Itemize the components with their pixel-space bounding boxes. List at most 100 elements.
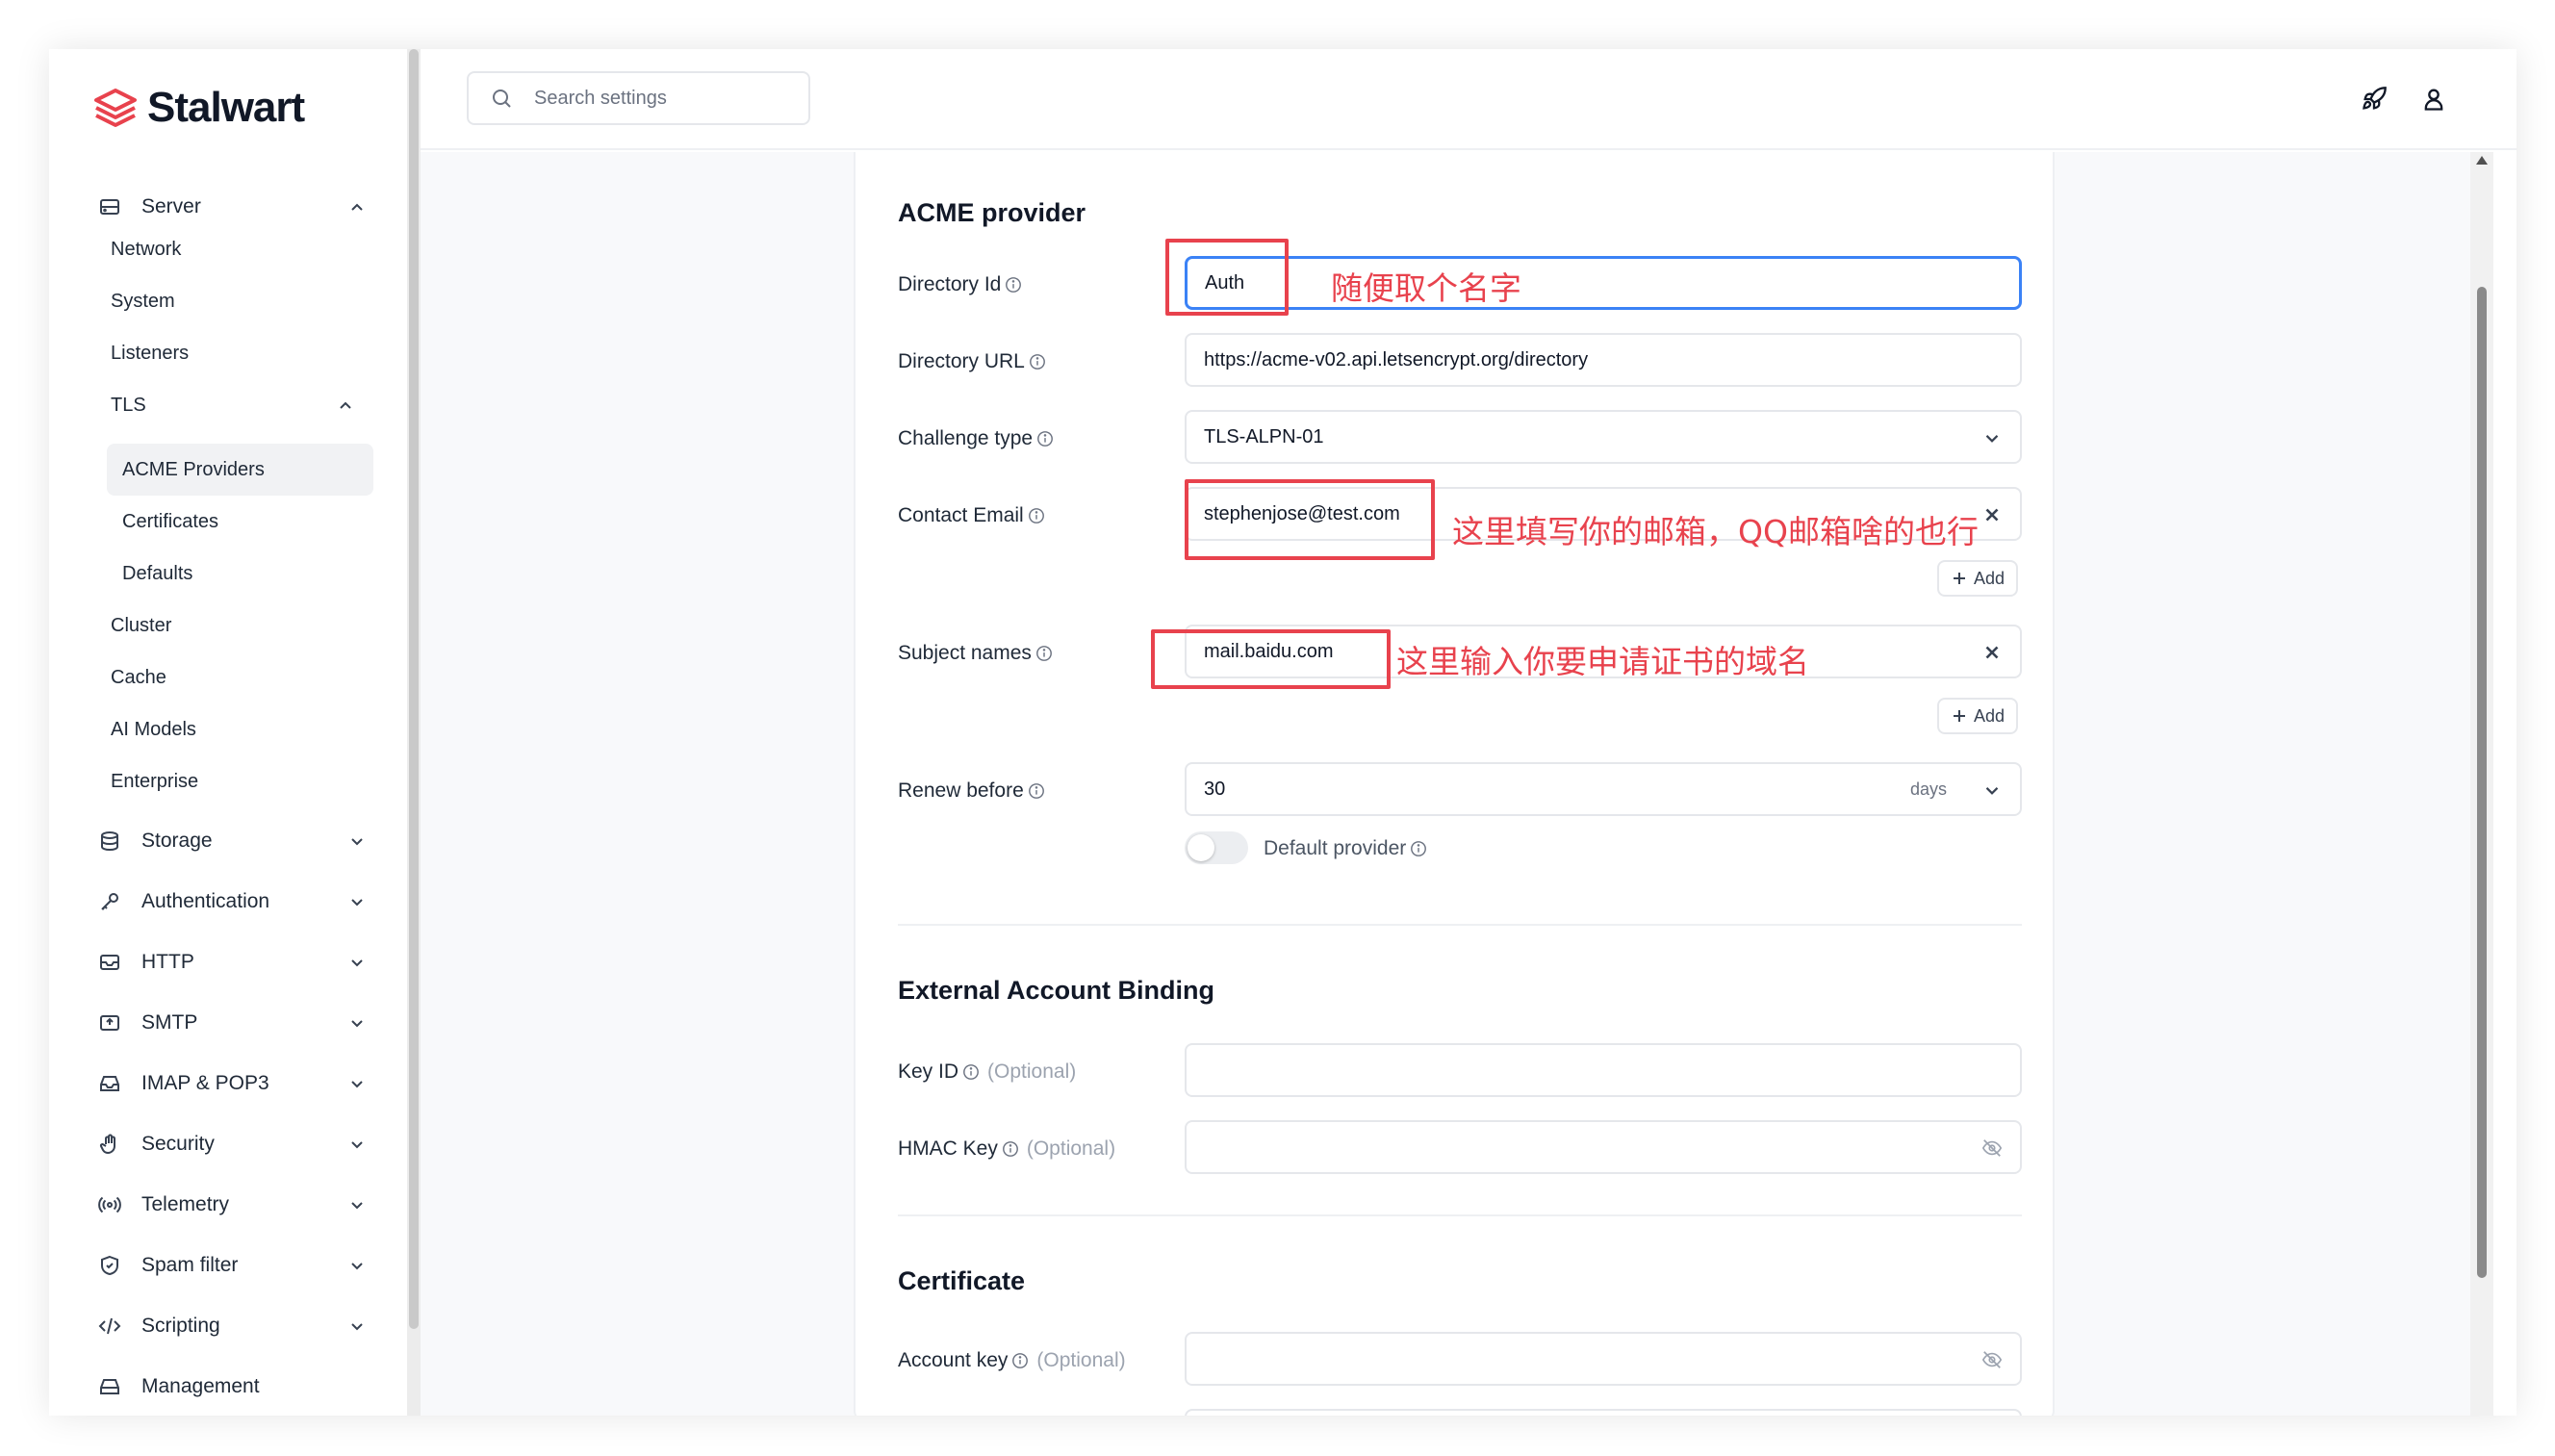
sidebar-item-scripting[interactable]: Scripting [97,1305,367,1347]
chevron-up-icon [351,203,363,211]
directory-id-input[interactable]: Auth [1185,256,2022,310]
sidebar-item-smtp[interactable]: SMTP [97,1002,367,1044]
directory-id-label: Directory Id [898,273,1022,296]
sidebar-item-telemetry[interactable]: Telemetry [97,1184,367,1226]
sidebar-item-listeners[interactable]: Listeners [111,336,189,370]
sidebar-item-label: HTTP [141,951,194,973]
annotation-note-subject-names: 这里输入你要申请证书的域名 [1396,643,1809,680]
chevron-down-icon [351,959,363,967]
field-label-text: Directory URL [898,350,1025,372]
sidebar-item-label: Telemetry [141,1193,230,1215]
scroll-up-arrow-icon[interactable] [2476,156,2488,165]
inbox-download-icon [97,1071,122,1096]
button-label: Add [1973,705,2006,726]
plus-icon [1953,710,1965,722]
field-label-text: HMAC Key [898,1137,998,1160]
close-icon[interactable] [1981,504,2003,525]
add-email-button[interactable]: Add [1937,560,2018,597]
sidebar-item-acme-providers[interactable]: ACME Providers [122,452,265,487]
input-value: https://acme-v02.api.letsencrypt.org/dir… [1204,348,1589,370]
select-value: TLS-ALPN-01 [1204,425,1324,447]
annotation-note-contact-email: 这里填写你的邮箱，QQ邮箱啥的也行 [1452,513,1979,550]
chevron-down-icon [351,899,363,907]
hmac-key-input[interactable] [1185,1120,2022,1174]
sidebar-item-security[interactable]: Security [97,1123,367,1165]
annotation-box-directory-id [1165,239,1289,316]
chevron-down-icon [351,838,363,846]
search-box[interactable] [467,71,810,125]
info-icon[interactable] [1029,353,1046,370]
topbar [421,49,2517,150]
sidebar-scrollbar-thumb[interactable] [409,49,419,1329]
info-icon[interactable] [1028,507,1045,524]
sidebar-item-system[interactable]: System [111,284,175,319]
hand-icon [97,1132,122,1157]
info-icon[interactable] [1028,782,1045,800]
eye-off-icon[interactable] [1981,1137,2003,1159]
challenge-type-select[interactable]: TLS-ALPN-01 [1185,410,2022,464]
sidebar-item-network[interactable]: Network [111,232,181,267]
section-divider [898,924,2022,926]
search-input[interactable] [534,87,775,110]
default-provider-label: Default provider [1264,837,1427,860]
info-icon[interactable] [1035,645,1053,662]
sidebar-item-imap-pop3[interactable]: IMAP & POP3 [97,1062,367,1105]
sidebar-item-spam-filter[interactable]: Spam filter [97,1244,367,1287]
mail-send-icon [97,1010,122,1035]
sidebar-item-server[interactable]: Server [97,186,367,228]
add-subject-button[interactable]: Add [1937,698,2018,734]
chevron-down-icon [351,1323,363,1331]
section-title-acme: ACME provider [898,198,1086,227]
account-key-input[interactable] [1185,1332,2022,1386]
key-id-input[interactable] [1185,1043,2022,1097]
rocket-icon[interactable] [2361,86,2388,113]
sidebar-item-defaults[interactable]: Defaults [122,556,192,591]
logo[interactable]: Stalwart [93,84,305,132]
sidebar-item-management[interactable]: Management [97,1366,367,1408]
sidebar-item-ai-models[interactable]: AI Models [111,712,196,747]
renew-before-label: Renew before [898,779,1045,803]
info-icon[interactable] [1011,1352,1029,1369]
user-icon[interactable] [2420,86,2447,113]
sidebar-item-storage[interactable]: Storage [97,820,367,862]
database-icon [97,829,122,854]
sidebar-item-tls[interactable]: TLS [111,388,146,422]
sidebar-item-authentication[interactable]: Authentication [97,881,367,923]
close-icon[interactable] [1981,642,2003,663]
next-input[interactable] [1185,1409,2022,1416]
info-icon[interactable] [1005,276,1022,294]
toggle-knob [1188,834,1214,861]
sidebar-item-label: Authentication [141,890,270,912]
unit-select-value[interactable]: days [1910,779,1947,800]
default-provider-toggle[interactable] [1185,831,1248,864]
sidebar-scrollbar[interactable] [407,49,421,1416]
broadcast-icon [97,1192,122,1217]
info-icon[interactable] [1036,430,1054,447]
sidebar-item-label: SMTP [141,1011,198,1034]
sidebar-item-label: TLS [111,394,146,416]
directory-url-label: Directory URL [898,350,1046,373]
optional-tag: (Optional) [1036,1349,1126,1371]
sidebar-item-label: Scripting [141,1315,220,1337]
field-label-text: Directory Id [898,273,1002,295]
button-label: Add [1973,568,2006,588]
sidebar-item-http[interactable]: HTTP [97,941,367,983]
sidebar-item-enterprise[interactable]: Enterprise [111,764,198,799]
renew-before-input[interactable]: 30 days [1185,762,2022,816]
info-icon[interactable] [1002,1140,1019,1158]
main-scrollbar[interactable] [2470,152,2493,1416]
sidebar-item-cluster[interactable]: Cluster [111,608,171,643]
chevron-down-icon[interactable] [1981,779,2003,801]
info-icon[interactable] [962,1063,980,1081]
annotation-note-directory-id: 随便取个名字 [1331,269,1521,307]
sidebar-item-cache[interactable]: Cache [111,660,166,695]
main-scrollbar-thumb[interactable] [2477,287,2487,1278]
sidebar-item-label: IMAP & POP3 [141,1072,269,1094]
sidebar-item-label: Security [141,1133,215,1155]
contact-email-label: Contact Email [898,504,1045,527]
toggle-label-text: Default provider [1264,837,1407,859]
directory-url-input[interactable]: https://acme-v02.api.letsencrypt.org/dir… [1185,333,2022,387]
eye-off-icon[interactable] [1981,1349,2003,1370]
sidebar-item-certificates[interactable]: Certificates [122,504,218,539]
info-icon[interactable] [1410,840,1427,857]
